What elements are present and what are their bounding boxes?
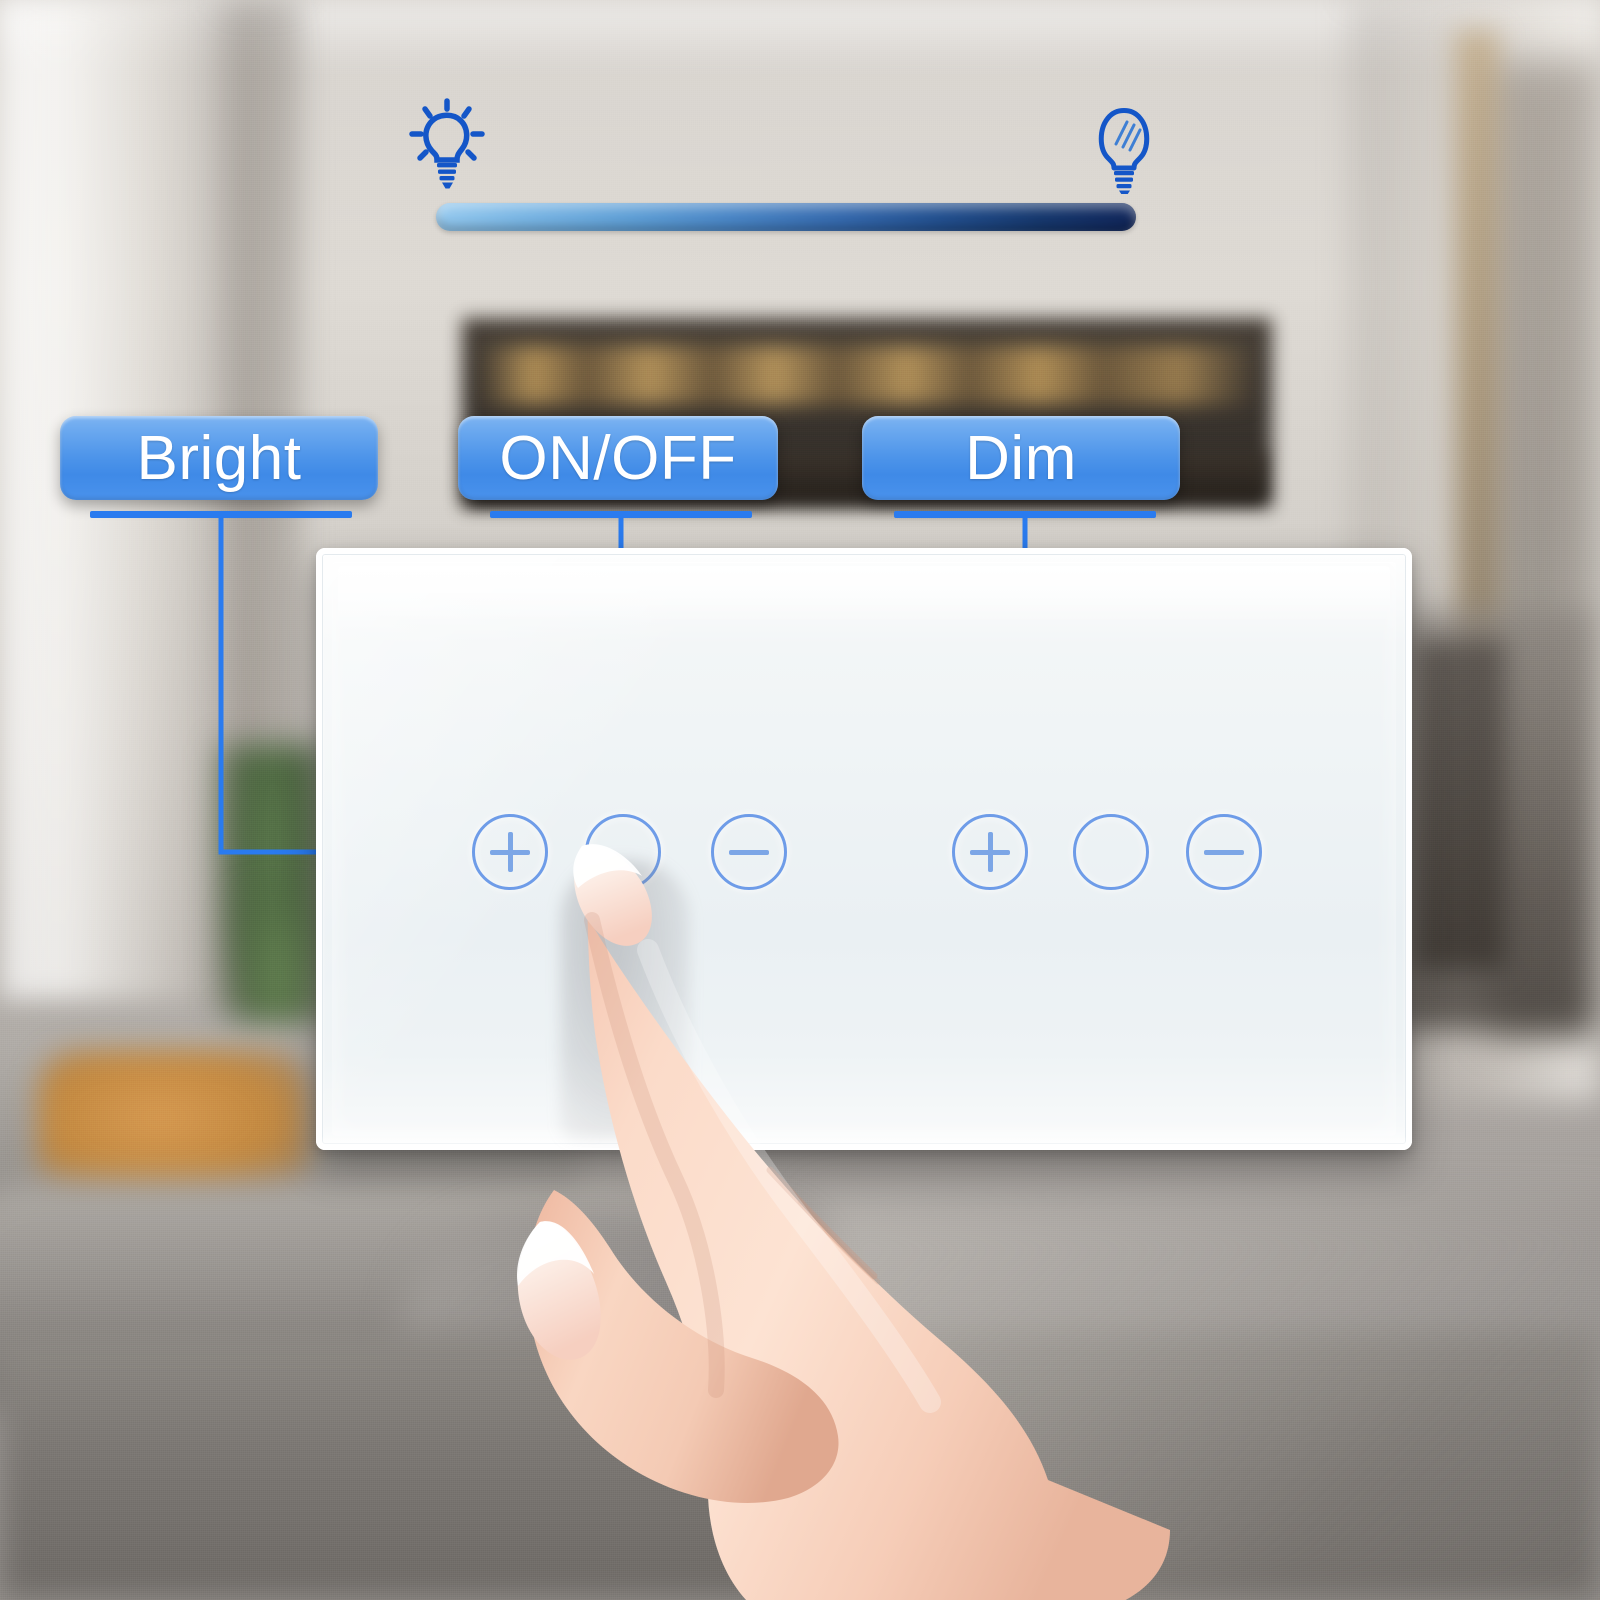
callout-underline-onoff	[490, 511, 752, 518]
callout-label-bright-text: Bright	[136, 423, 302, 493]
callout-label-dim[interactable]: Dim	[862, 416, 1180, 500]
dim-bulb-icon	[1078, 98, 1166, 194]
product-infographic: Bright ON/OFF Dim	[0, 0, 1600, 1600]
brightness-gradient-bar[interactable]	[436, 203, 1136, 231]
callout-label-dim-text: Dim	[965, 423, 1077, 493]
callout-underline-bright	[90, 511, 352, 518]
callout-label-onoff[interactable]: ON/OFF	[458, 416, 778, 500]
callout-label-bright[interactable]: Bright	[60, 416, 378, 500]
callout-underline-dim	[894, 511, 1156, 518]
panel-top-gloss	[338, 566, 1390, 624]
bright-bulb-icon	[398, 92, 498, 192]
callout-label-onoff-text: ON/OFF	[499, 423, 737, 493]
hand-pressing-button	[470, 830, 1230, 1600]
